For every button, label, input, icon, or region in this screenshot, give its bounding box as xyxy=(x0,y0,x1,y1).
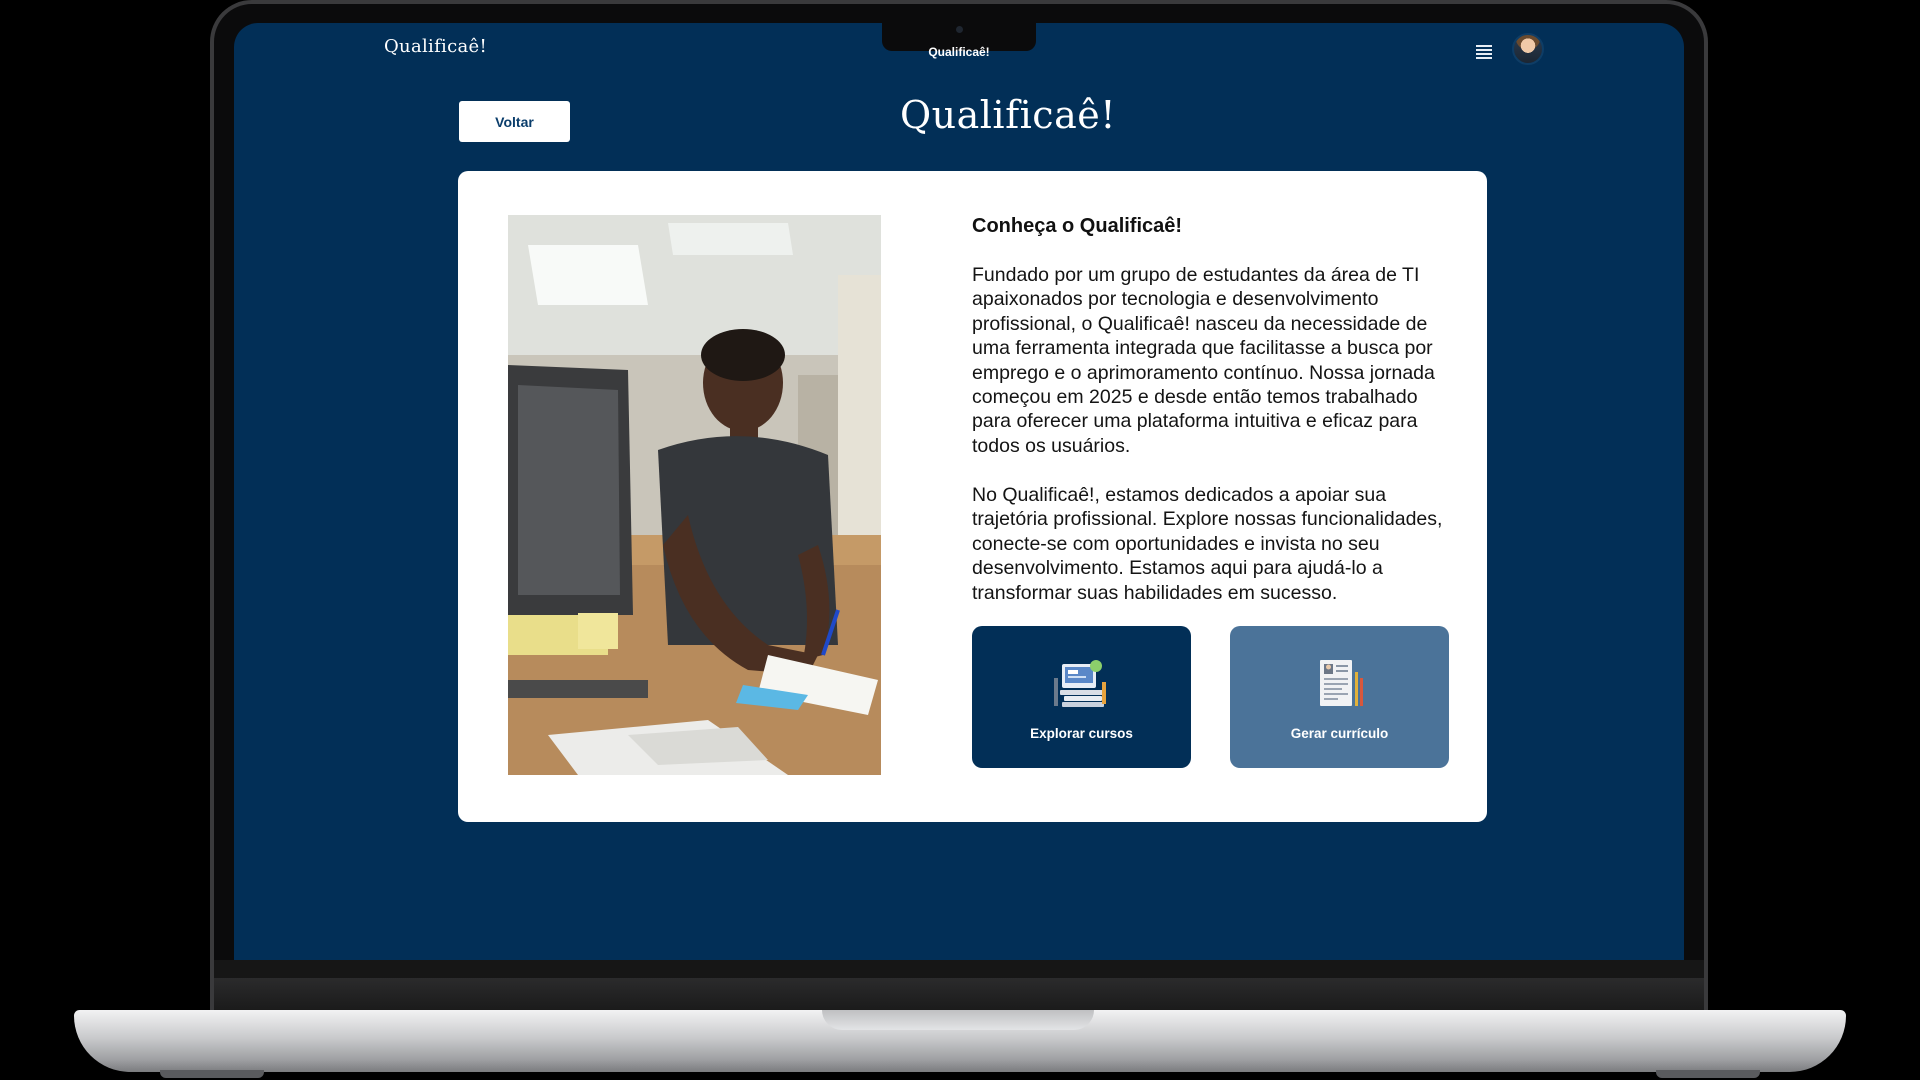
resume-icon xyxy=(1310,658,1370,710)
student-writing-at-desk-photo xyxy=(508,215,881,775)
user-avatar[interactable] xyxy=(1512,33,1544,65)
courses-icon xyxy=(1052,658,1112,710)
back-button[interactable]: Voltar xyxy=(459,101,570,142)
app-screen: Qualificaê! Qualificaê! Voltar Qualifica… xyxy=(234,23,1684,960)
hamburger-menu-icon[interactable] xyxy=(1476,45,1492,59)
generate-resume-button[interactable]: Gerar currículo xyxy=(1230,626,1449,768)
laptop-hinge xyxy=(214,978,1704,1012)
about-title: Conheça o Qualificaê! xyxy=(972,215,1183,237)
generate-resume-label: Gerar currículo xyxy=(1290,726,1389,741)
window-title: Qualificaê! xyxy=(928,45,990,59)
about-paragraph: Fundado por um grupo de estudantes da ár… xyxy=(972,264,1435,457)
camera-icon xyxy=(956,26,963,33)
explore-courses-button[interactable]: Explorar cursos xyxy=(972,626,1191,768)
about-paragraph: No Qualificaê!, estamos dedicados a apoi… xyxy=(972,484,1443,604)
explore-courses-label: Explorar cursos xyxy=(1030,726,1133,741)
laptop-foot xyxy=(1656,1070,1760,1078)
about-card: Conheça o Qualificaê! Fundado por um gru… xyxy=(458,171,1487,822)
laptop-foot xyxy=(160,1070,264,1078)
page-logo: Qualificaê! xyxy=(900,93,1117,137)
header-brand-logo[interactable]: Qualificaê! xyxy=(384,36,487,57)
laptop-opening-notch xyxy=(822,1010,1094,1030)
